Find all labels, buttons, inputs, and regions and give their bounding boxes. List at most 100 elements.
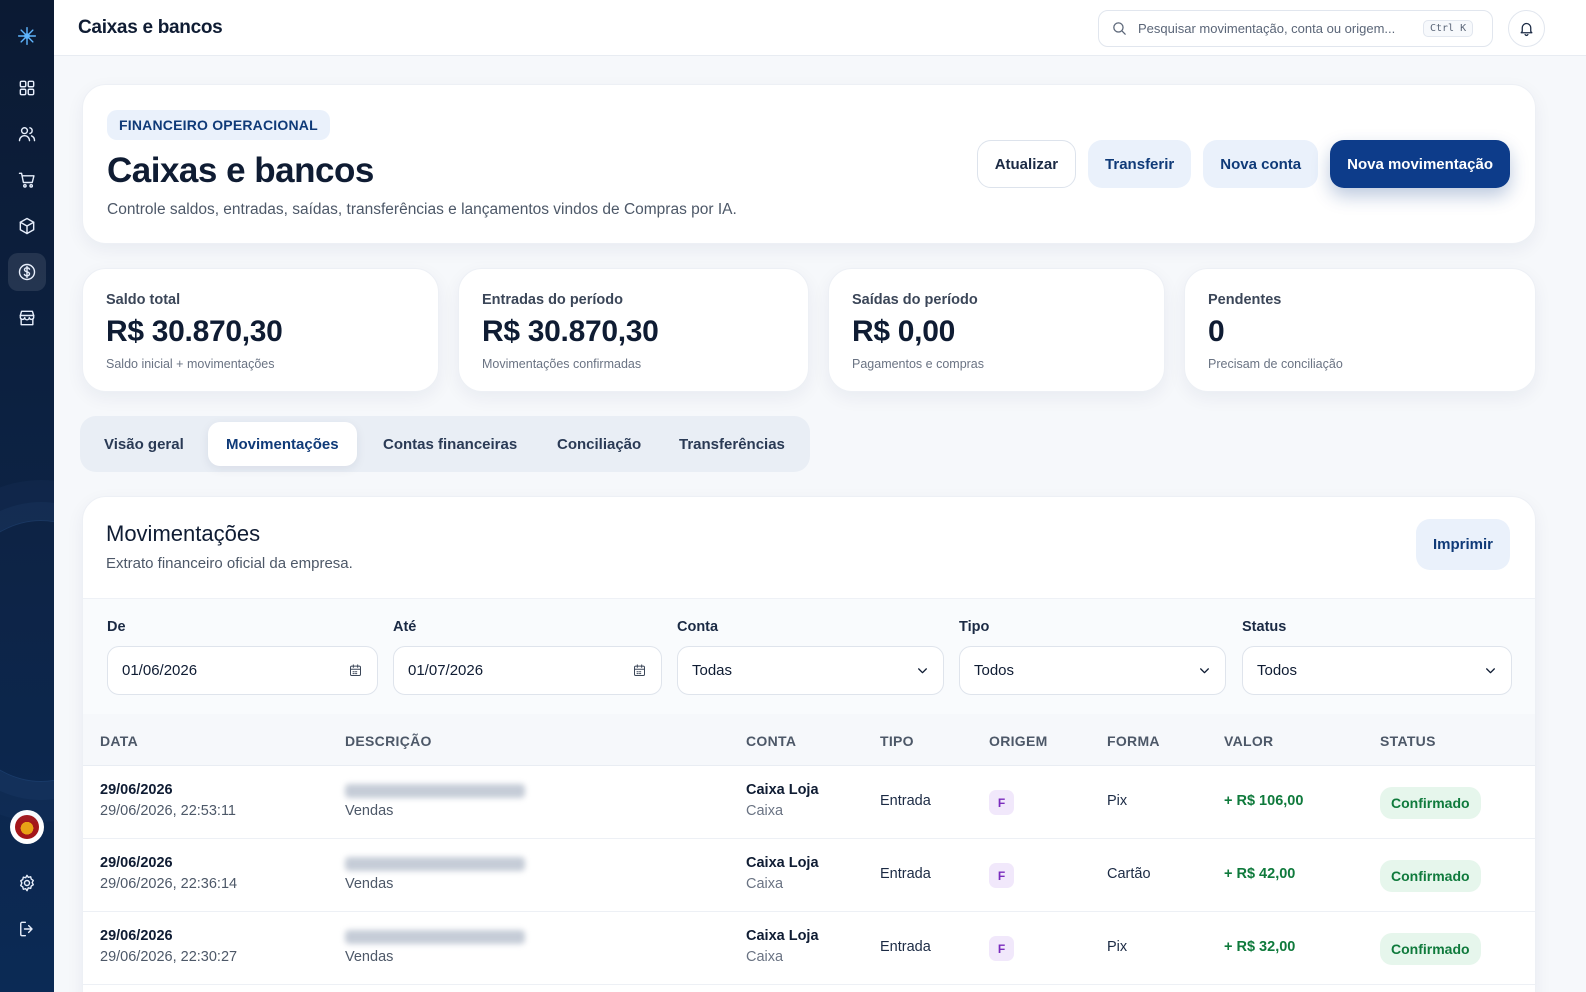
row-datetime: 29/06/2026, 22:36:14 bbox=[100, 876, 238, 892]
dashboard-icon[interactable] bbox=[8, 69, 46, 107]
stat-label: Saldo total bbox=[106, 292, 181, 308]
table-row[interactable]: 29/06/2026 29/06/2026, 22:30:27 Vendas C… bbox=[83, 912, 1535, 985]
date-from-input[interactable]: 01/06/2026 bbox=[107, 646, 378, 695]
column-header-method[interactable]: FORMA bbox=[1107, 733, 1160, 749]
stat-caption: Saldo inicial + movimentações bbox=[106, 357, 275, 371]
calendar-icon[interactable] bbox=[632, 663, 647, 678]
stat-label: Pendentes bbox=[1208, 292, 1282, 308]
stat-value: 0 bbox=[1208, 315, 1225, 348]
dollar-icon[interactable] bbox=[8, 253, 46, 291]
panel-description: Extrato financeiro oficial da empresa. bbox=[106, 555, 353, 572]
new-movement-button[interactable]: Nova movimentação bbox=[1330, 140, 1510, 188]
row-account: Caixa Loja bbox=[746, 855, 819, 871]
page-subtitle: Controle saldos, entradas, saídas, trans… bbox=[107, 201, 737, 218]
row-value: + R$ 106,00 bbox=[1224, 793, 1304, 809]
status-badge: Confirmado bbox=[1380, 933, 1481, 965]
section-badge: FINANCEIRO OPERACIONAL bbox=[107, 110, 330, 140]
stat-value: R$ 30.870,30 bbox=[482, 315, 659, 348]
row-date: 29/06/2026 bbox=[100, 782, 173, 798]
stat-value: R$ 0,00 bbox=[852, 315, 955, 348]
tab-overview[interactable]: Visão geral bbox=[86, 422, 202, 466]
tab-movements[interactable]: Movimentações bbox=[208, 422, 357, 466]
search-icon bbox=[1113, 22, 1126, 35]
row-date: 29/06/2026 bbox=[100, 928, 173, 944]
stat-label: Saídas do período bbox=[852, 292, 978, 308]
header-actions: Atualizar Transferir Nova conta Nova mov… bbox=[976, 140, 1510, 188]
column-header-account[interactable]: CONTA bbox=[746, 733, 796, 749]
column-header-type[interactable]: TIPO bbox=[880, 733, 914, 749]
stat-caption: Pagamentos e compras bbox=[852, 357, 985, 371]
row-datetime: 29/06/2026, 22:53:11 bbox=[100, 803, 236, 819]
row-account-type: Caixa bbox=[746, 949, 784, 965]
row-origin-badge: F bbox=[989, 863, 1014, 888]
table-row[interactable]: 29/06/2026 29/06/2026, 22:36:14 Vendas C… bbox=[83, 839, 1535, 912]
row-description-redacted bbox=[345, 857, 525, 871]
search-input[interactable] bbox=[1138, 21, 1423, 36]
row-category: Vendas bbox=[345, 949, 394, 965]
transfer-button[interactable]: Transferir bbox=[1088, 140, 1192, 188]
chevron-down-icon bbox=[1486, 668, 1495, 674]
row-method: Cartão bbox=[1107, 866, 1151, 882]
row-category: Vendas bbox=[345, 803, 394, 819]
row-type: Entrada bbox=[880, 866, 931, 882]
row-account-type: Caixa bbox=[746, 803, 784, 819]
date-to-input[interactable]: 01/07/2026 bbox=[393, 646, 662, 695]
column-header-value[interactable]: VALOR bbox=[1224, 733, 1273, 749]
table-header: DATA DESCRIÇÃO CONTA TIPO ORIGEM FORMA V… bbox=[83, 714, 1535, 766]
tab-reconciliation[interactable]: Conciliação bbox=[539, 422, 659, 466]
refresh-button[interactable]: Atualizar bbox=[976, 140, 1077, 188]
search-shortcut: Ctrl K bbox=[1423, 20, 1474, 37]
notifications-button[interactable] bbox=[1508, 10, 1545, 47]
row-value: + R$ 32,00 bbox=[1224, 939, 1296, 955]
row-datetime: 29/06/2026, 22:30:27 bbox=[100, 949, 238, 965]
top-bar: Caixas e bancos Ctrl K bbox=[54, 0, 1586, 56]
column-header-description[interactable]: DESCRIÇÃO bbox=[345, 733, 432, 749]
account-select[interactable]: Todas bbox=[677, 646, 944, 695]
row-date: 29/06/2026 bbox=[100, 855, 173, 871]
row-origin-badge: F bbox=[989, 790, 1014, 815]
new-account-button[interactable]: Nova conta bbox=[1203, 140, 1319, 188]
filter-status-label: Status bbox=[1242, 619, 1287, 635]
status-select[interactable]: Todos bbox=[1242, 646, 1512, 695]
logo-icon[interactable] bbox=[8, 17, 46, 55]
stat-card-pending: Pendentes 0 Precisam de conciliação bbox=[1184, 268, 1536, 392]
status-badge: Confirmado bbox=[1380, 860, 1481, 892]
page-title: Caixas e bancos bbox=[107, 151, 374, 190]
column-header-origin[interactable]: ORIGEM bbox=[989, 733, 1048, 749]
tab-transfers[interactable]: Transferências bbox=[661, 422, 803, 466]
sidebar bbox=[0, 0, 54, 992]
row-value: + R$ 42,00 bbox=[1224, 866, 1296, 882]
row-account: Caixa Loja bbox=[746, 928, 819, 944]
filters-bar: De 01/06/2026 Até 01/07/2026 Conta Todas… bbox=[83, 598, 1535, 714]
date-from-value: 01/06/2026 bbox=[122, 662, 198, 679]
avatar[interactable] bbox=[10, 810, 44, 844]
store-icon[interactable] bbox=[8, 299, 46, 337]
calendar-icon[interactable] bbox=[348, 663, 363, 678]
row-type: Entrada bbox=[880, 793, 931, 809]
app-title: Caixas e bancos bbox=[78, 17, 223, 38]
users-icon[interactable] bbox=[8, 115, 46, 153]
logout-icon[interactable] bbox=[8, 910, 46, 948]
gear-icon[interactable] bbox=[8, 864, 46, 902]
box-icon[interactable] bbox=[8, 207, 46, 245]
search-box[interactable]: Ctrl K bbox=[1098, 10, 1493, 47]
stat-card-expenses: Saídas do período R$ 0,00 Pagamentos e c… bbox=[828, 268, 1165, 392]
account-select-value: Todas bbox=[692, 662, 733, 679]
column-header-status[interactable]: STATUS bbox=[1380, 733, 1436, 749]
row-origin-badge: F bbox=[989, 936, 1014, 961]
cart-icon[interactable] bbox=[8, 161, 46, 199]
row-method: Pix bbox=[1107, 793, 1128, 809]
date-to-value: 01/07/2026 bbox=[408, 662, 484, 679]
stat-caption: Precisam de conciliação bbox=[1208, 357, 1343, 371]
type-select[interactable]: Todos bbox=[959, 646, 1226, 695]
column-header-date[interactable]: DATA bbox=[100, 733, 138, 749]
row-category: Vendas bbox=[345, 876, 394, 892]
filter-from-label: De bbox=[107, 619, 126, 635]
row-description-redacted bbox=[345, 930, 525, 944]
table-row[interactable]: 29/06/2026 29/06/2026, 22:53:11 Vendas C… bbox=[83, 766, 1535, 839]
status-select-value: Todos bbox=[1257, 662, 1298, 679]
tab-financial-accounts[interactable]: Contas financeiras bbox=[365, 422, 535, 466]
print-button[interactable]: Imprimir bbox=[1415, 519, 1510, 570]
chevron-down-icon bbox=[1200, 668, 1209, 674]
stat-value: R$ 30.870,30 bbox=[106, 315, 283, 348]
